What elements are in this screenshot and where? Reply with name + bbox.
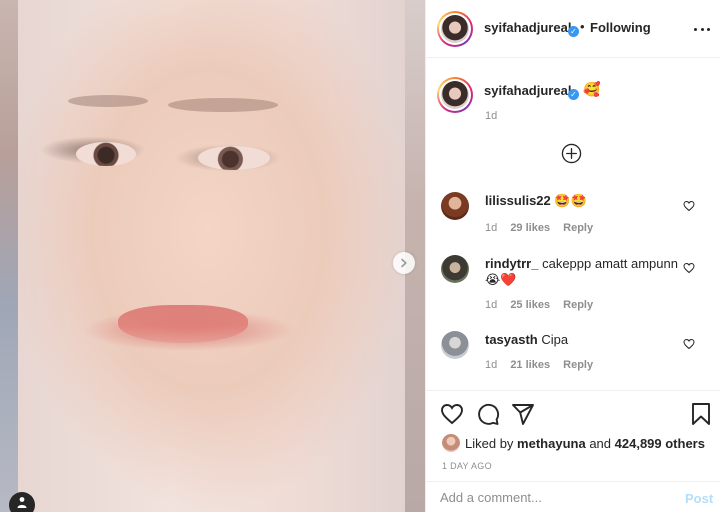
comment-reply-button[interactable]: Reply — [563, 359, 593, 371]
comment-meta: 1d 25 likes Reply — [485, 299, 593, 311]
chevron-right-icon — [401, 258, 407, 268]
more-options-icon[interactable] — [694, 23, 710, 35]
photo-detail — [68, 95, 148, 107]
comment-time[interactable]: 1d — [485, 222, 497, 234]
previous-photo-peek — [0, 0, 18, 512]
post-date[interactable]: 1 DAY AGO — [442, 461, 492, 471]
caption-text: 🥰 — [583, 81, 601, 97]
comment-reply-button[interactable]: Reply — [563, 299, 593, 311]
comment-text-line: lilissulis22 🤩🤩 — [485, 193, 685, 209]
post-comment-button[interactable]: Post — [685, 491, 713, 506]
post-actions: Liked by methayuna and 424,899 others 1 … — [426, 390, 720, 512]
comment-item: rindytrr_ cakeppp amatt ampunn 😭❤️ 1d 25… — [426, 255, 720, 325]
bookmark-icon[interactable] — [689, 402, 713, 426]
verified-badge-icon: ✓ — [565, 21, 579, 39]
comment-heart-icon[interactable] — [683, 200, 695, 212]
add-comment-bar: Post — [426, 481, 720, 512]
author-username[interactable]: syifahadjureal — [484, 20, 571, 35]
comment-heart-icon[interactable] — [683, 338, 695, 350]
comment-time[interactable]: 1d — [485, 299, 497, 311]
liked-by-prefix: Liked by — [465, 435, 514, 451]
user-tag-button[interactable] — [9, 492, 35, 512]
comment-heart-icon[interactable] — [683, 262, 695, 274]
caption-author-avatar[interactable] — [437, 77, 473, 113]
load-more-comments-icon[interactable] — [561, 143, 582, 164]
comment-reply-button[interactable]: Reply — [563, 222, 593, 234]
photo-detail — [168, 98, 278, 112]
comment-text-line: rindytrr_ cakeppp amatt ampunn 😭❤️ — [485, 256, 685, 288]
liker-avatar[interactable] — [442, 434, 460, 452]
commenter-username[interactable]: lilissulis22 — [485, 193, 551, 208]
post-photo-carousel[interactable] — [0, 0, 425, 512]
comment-text: Cipa — [541, 332, 569, 347]
comment-meta: 1d 21 likes Reply — [485, 359, 593, 371]
comment-likes[interactable]: 25 likes — [510, 299, 550, 311]
photo-detail — [118, 305, 248, 343]
commenter-avatar[interactable] — [441, 331, 469, 359]
post-caption: syifahadjureal ✓ 🥰 1d — [426, 59, 720, 179]
comment-meta: 1d 29 likes Reply — [485, 222, 593, 234]
post-details-panel: syifahadjureal ✓ • Following syifahadjur… — [425, 0, 720, 512]
author-avatar[interactable] — [437, 11, 473, 47]
caption-time[interactable]: 1d — [485, 110, 497, 122]
carousel-next-button[interactable] — [393, 252, 415, 274]
like-count[interactable]: 424,899 others — [615, 436, 705, 451]
commenter-avatar[interactable] — [441, 255, 469, 283]
commenter-username[interactable]: tasyasth — [485, 332, 538, 347]
post-photo[interactable] — [18, 0, 405, 512]
liked-by-summary: Liked by methayuna and 424,899 others — [442, 434, 705, 452]
commenter-avatar[interactable] — [441, 192, 469, 220]
comment-input[interactable] — [440, 490, 660, 505]
comment-time[interactable]: 1d — [485, 359, 497, 371]
comment-likes[interactable]: 21 likes — [510, 359, 550, 371]
comment-icon[interactable] — [476, 402, 500, 426]
following-button[interactable]: Following — [590, 20, 651, 35]
comment-likes[interactable]: 29 likes — [510, 222, 550, 234]
commenter-username[interactable]: rindytrr_ — [485, 256, 538, 271]
photo-detail — [76, 142, 136, 166]
liked-by-user[interactable]: methayuna — [517, 436, 586, 451]
comment-text-line: tasyasth Cipa — [485, 332, 685, 348]
verified-badge-icon: ✓ — [565, 84, 579, 102]
heart-icon[interactable] — [440, 402, 464, 426]
comment-item: lilissulis22 🤩🤩 1d 29 likes Reply — [426, 192, 720, 262]
photo-detail — [198, 146, 270, 170]
caption-username[interactable]: syifahadjureal — [484, 83, 571, 98]
post-header: syifahadjureal ✓ • Following — [426, 0, 720, 58]
liked-by-and: and — [589, 435, 612, 451]
separator-dot: • — [580, 19, 585, 34]
send-icon[interactable] — [511, 402, 535, 426]
user-tag-icon — [17, 497, 27, 508]
comment-text: 🤩🤩 — [554, 193, 587, 208]
